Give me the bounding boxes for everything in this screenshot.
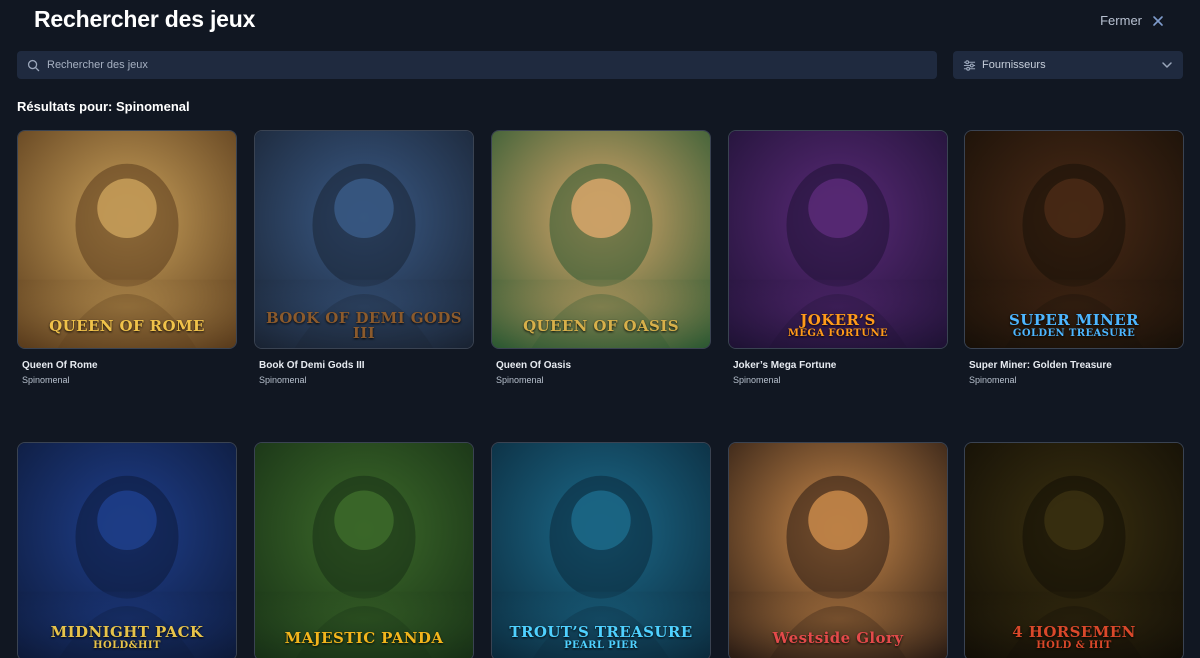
provider-filter-dropdown[interactable]: Fournisseurs [953,51,1183,79]
game-card[interactable]: JOKER’S MEGA FORTUNE Joker’s Mega Fortune S… [728,130,948,385]
game-card[interactable]: MIDNIGHT PACK HOLD&HIT [17,442,237,658]
game-name[interactable]: Queen Of Oasis [491,360,711,371]
game-art-title-text: BOOK OF DEMI GODS III [265,309,463,342]
game-card[interactable]: TROUT’S TREASURE PEARL PIER [491,442,711,658]
game-card[interactable]: QUEEN OF ROME Queen Of Rome Spinomenal [17,130,237,385]
close-label: Fermer [1100,13,1142,28]
close-button[interactable]: Fermer [1100,13,1164,28]
game-art-title-text: SUPER MINER [1009,311,1139,329]
game-art-title-text: Westside Glory [772,628,904,647]
game-provider: Spinomenal [496,375,544,385]
game-thumbnail[interactable]: MAJESTIC PANDA [254,442,474,658]
game-art-title-text: MIDNIGHT PACK [50,623,204,641]
game-name[interactable]: Queen Of Rome [17,360,237,371]
provider-filter-label: Fournisseurs [982,59,1046,71]
game-art-title: MAJESTIC PANDA [261,624,467,652]
game-thumbnail[interactable]: QUEEN OF OASIS [491,130,711,349]
game-provider: Spinomenal [969,375,1017,385]
game-art-title: JOKER’S MEGA FORTUNE [735,312,941,340]
game-art-title: QUEEN OF ROME [24,312,230,340]
game-thumbnail[interactable]: Westside Glory [728,442,948,658]
game-art-title-text: QUEEN OF ROME [49,316,205,335]
game-art-title: SUPER MINER GOLDEN TREASURE [971,312,1177,340]
game-art-title: BOOK OF DEMI GODS III [261,309,467,342]
game-art-subtitle-text: HOLD&HIT [93,640,161,651]
game-art-title: Westside Glory [735,624,941,652]
game-art-subtitle-text: PEARL PIER [564,640,638,651]
game-thumbnail[interactable]: 4 HORSEMEN HOLD & HIT [964,442,1184,658]
game-art-title-text: 4 HORSEMEN [1012,623,1136,641]
game-card[interactable]: 4 HORSEMEN HOLD & HIT [964,442,1184,658]
close-icon [1153,15,1163,26]
game-art-title-text: MAJESTIC PANDA [284,628,444,647]
game-thumbnail[interactable]: JOKER’S MEGA FORTUNE [728,130,948,349]
game-thumbnail[interactable]: QUEEN OF ROME [17,130,237,349]
game-card[interactable]: MAJESTIC PANDA [254,442,474,658]
game-card[interactable]: BOOK OF DEMI GODS III Book Of Demi Gods I… [254,130,474,385]
game-card[interactable]: SUPER MINER GOLDEN TREASURE Super Miner: G… [964,130,1184,385]
game-name[interactable]: Joker’s Mega Fortune [728,360,948,371]
game-art-subtitle-text: HOLD & HIT [1036,640,1112,651]
game-art-subtitle-text: MEGA FORTUNE [787,328,889,339]
chevron-down-icon [1162,62,1172,68]
game-name[interactable]: Super Miner: Golden Treasure [964,360,1184,371]
game-provider: Spinomenal [259,375,307,385]
search-input[interactable] [47,51,937,79]
game-art-subtitle-text: GOLDEN TREASURE [1012,328,1136,339]
game-card[interactable]: Westside Glory [728,442,948,658]
header: Rechercher des jeux Fermer [0,0,1200,44]
game-provider: Spinomenal [22,375,70,385]
game-thumbnail[interactable]: SUPER MINER GOLDEN TREASURE [964,130,1184,349]
game-name[interactable]: Book Of Demi Gods III [254,360,474,371]
game-thumbnail[interactable]: TROUT’S TREASURE PEARL PIER [491,442,711,658]
game-art-title-text: JOKER’S [800,311,876,329]
search-icon [27,59,40,71]
game-provider: Spinomenal [733,375,781,385]
results-heading: Résultats pour: Spinomenal [17,99,190,114]
filter-icon [963,59,976,71]
game-thumbnail[interactable]: BOOK OF DEMI GODS III [254,130,474,349]
game-art-title: TROUT’S TREASURE PEARL PIER [498,624,704,652]
game-art-title: QUEEN OF OASIS [498,312,704,340]
game-thumbnail[interactable]: MIDNIGHT PACK HOLD&HIT [17,442,237,658]
search-bar[interactable] [17,51,937,79]
game-art-title-text: QUEEN OF OASIS [523,316,679,335]
game-art-title-text: TROUT’S TREASURE [509,623,693,641]
game-art-title: MIDNIGHT PACK HOLD&HIT [24,624,230,652]
game-art-title: 4 HORSEMEN HOLD & HIT [971,624,1177,652]
page-title: Rechercher des jeux [34,6,256,32]
game-card[interactable]: QUEEN OF OASIS Queen Of Oasis Spinomenal [491,130,711,385]
